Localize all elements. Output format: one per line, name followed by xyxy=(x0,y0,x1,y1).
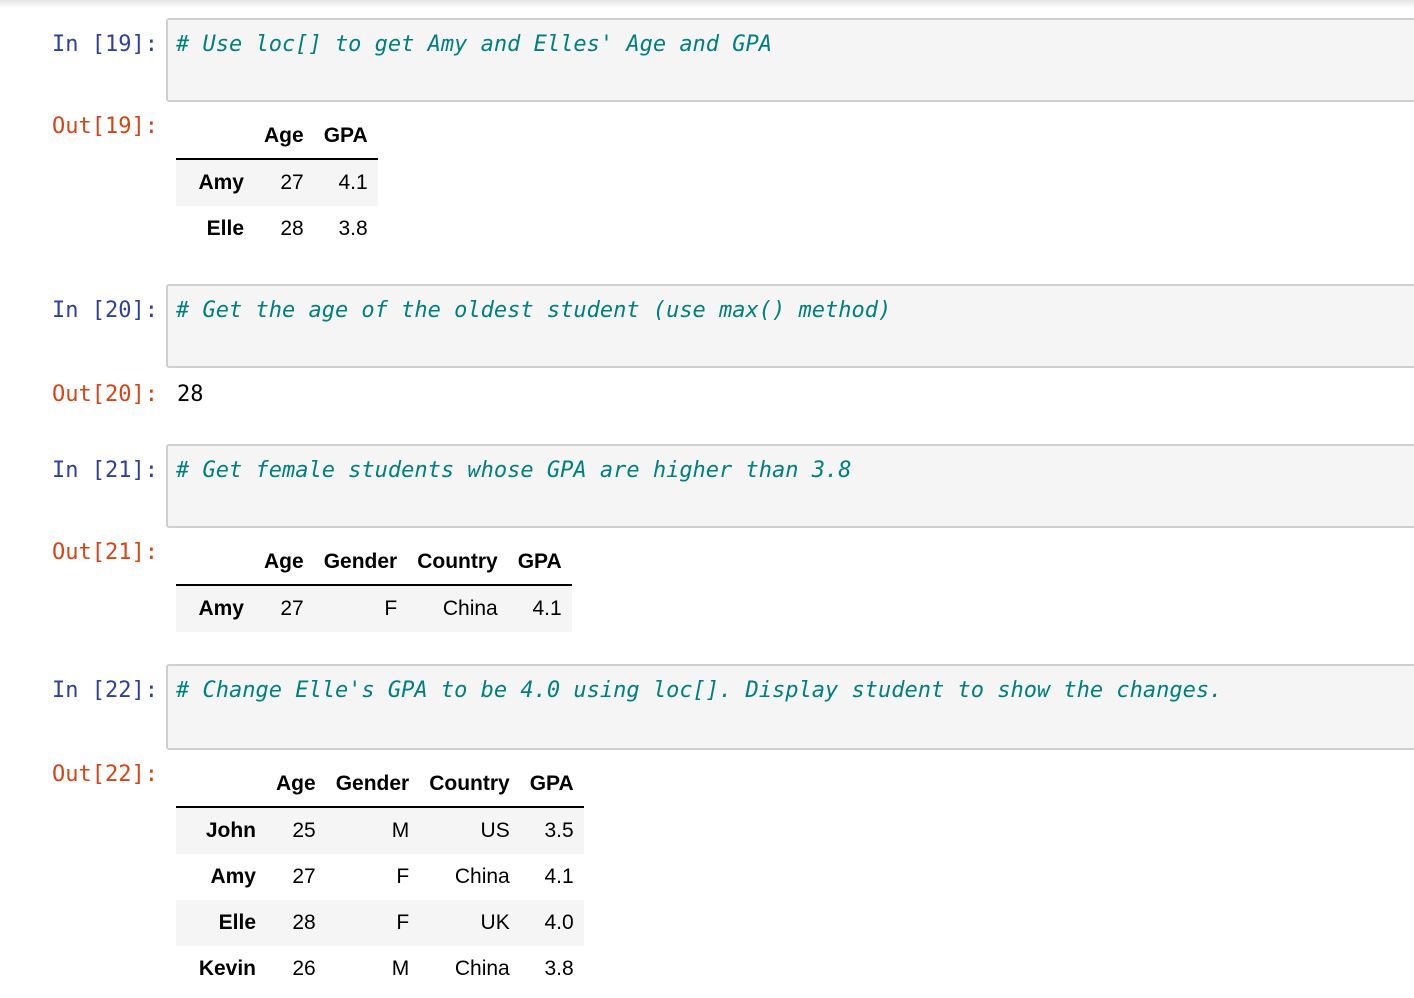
table-cell: F xyxy=(396,911,410,934)
table-row: Elle 28 F UK 4.0 xyxy=(176,900,584,946)
table-cell: 28 xyxy=(292,911,316,934)
table-cell: 4.1 xyxy=(532,597,562,620)
table-cell: 25 xyxy=(292,819,316,842)
row-index: John xyxy=(205,819,256,842)
table-cell: M xyxy=(391,957,410,980)
index-header xyxy=(176,114,254,160)
column-header: GPA xyxy=(519,762,584,808)
dataframe-output: Age Gender Country GPA John 25 M US 3.5 … xyxy=(176,762,584,992)
column-header: Age xyxy=(254,540,314,586)
table-cell: UK xyxy=(480,911,510,934)
input-prompt: In [22]: xyxy=(52,678,158,703)
code-input-area[interactable]: # Change Elle's GPA to be 4.0 using loc[… xyxy=(166,664,1414,750)
row-index: Elle xyxy=(218,911,256,934)
input-prompt: In [19]: xyxy=(52,32,158,57)
output-prompt: Out[22]: xyxy=(52,762,158,787)
table-cell: M xyxy=(391,819,410,842)
row-index: Elle xyxy=(206,217,244,240)
table-row: Elle 28 3.8 xyxy=(176,206,378,252)
output-prompt: Out[21]: xyxy=(52,540,158,565)
code-input-area[interactable]: # Get the age of the oldest student (use… xyxy=(166,284,1414,368)
table-cell: 27 xyxy=(292,865,316,888)
input-prompt: In [20]: xyxy=(52,298,158,323)
column-header: Country xyxy=(407,540,508,586)
column-header: GPA xyxy=(313,114,378,160)
code-comment: # Change Elle's GPA to be 4.0 using loc[… xyxy=(176,678,1223,703)
table-cell: China xyxy=(454,865,510,888)
output-value: 28 xyxy=(177,382,204,407)
output-prompt: Out[20]: xyxy=(52,382,158,407)
index-header xyxy=(176,762,266,808)
row-index: Amy xyxy=(198,171,244,194)
code-input-area[interactable]: # Use loc[] to get Amy and Elles' Age an… xyxy=(166,18,1414,102)
table-cell: China xyxy=(442,597,498,620)
table-cell: 27 xyxy=(280,597,304,620)
row-index: Amy xyxy=(198,597,244,620)
column-header: GPA xyxy=(507,540,572,586)
notebook-top-shadow xyxy=(0,0,1414,8)
table-row: Amy 27 4.1 xyxy=(176,159,378,206)
table-row: Amy 27 F China 4.1 xyxy=(176,854,584,900)
code-comment: # Use loc[] to get Amy and Elles' Age an… xyxy=(176,32,773,57)
table-cell: 4.1 xyxy=(544,865,574,888)
table-cell: 3.8 xyxy=(338,217,368,240)
table-cell: 3.8 xyxy=(544,957,574,980)
row-index: Amy xyxy=(210,865,256,888)
table-row: John 25 M US 3.5 xyxy=(176,807,584,854)
table-cell: 4.0 xyxy=(544,911,574,934)
column-header: Age xyxy=(266,762,326,808)
table-cell: US xyxy=(480,819,510,842)
code-input-area[interactable]: # Get female students whose GPA are high… xyxy=(166,444,1414,528)
table-cell: 4.1 xyxy=(338,171,368,194)
table-cell: China xyxy=(454,957,510,980)
dataframe-output: Age GPA Amy 27 4.1 Elle 28 3.8 xyxy=(176,114,378,252)
column-header: Country xyxy=(419,762,520,808)
table-cell: 3.5 xyxy=(544,819,574,842)
index-header xyxy=(176,540,254,586)
table-cell: 27 xyxy=(280,171,304,194)
table-cell: F xyxy=(396,865,410,888)
column-header: Gender xyxy=(313,540,408,586)
output-prompt: Out[19]: xyxy=(52,114,158,139)
dataframe-output: Age Gender Country GPA Amy 27 F China 4.… xyxy=(176,540,572,632)
input-prompt: In [21]: xyxy=(52,458,158,483)
column-header: Gender xyxy=(325,762,420,808)
column-header: Age xyxy=(254,114,314,160)
table-row: Kevin 26 M China 3.8 xyxy=(176,946,584,992)
code-comment: # Get the age of the oldest student (use… xyxy=(176,298,892,323)
table-cell: 26 xyxy=(292,957,316,980)
table-cell: F xyxy=(384,597,398,620)
row-index: Kevin xyxy=(198,957,256,980)
table-cell: 28 xyxy=(280,217,304,240)
code-comment: # Get female students whose GPA are high… xyxy=(176,458,852,483)
table-row: Amy 27 F China 4.1 xyxy=(176,585,572,632)
